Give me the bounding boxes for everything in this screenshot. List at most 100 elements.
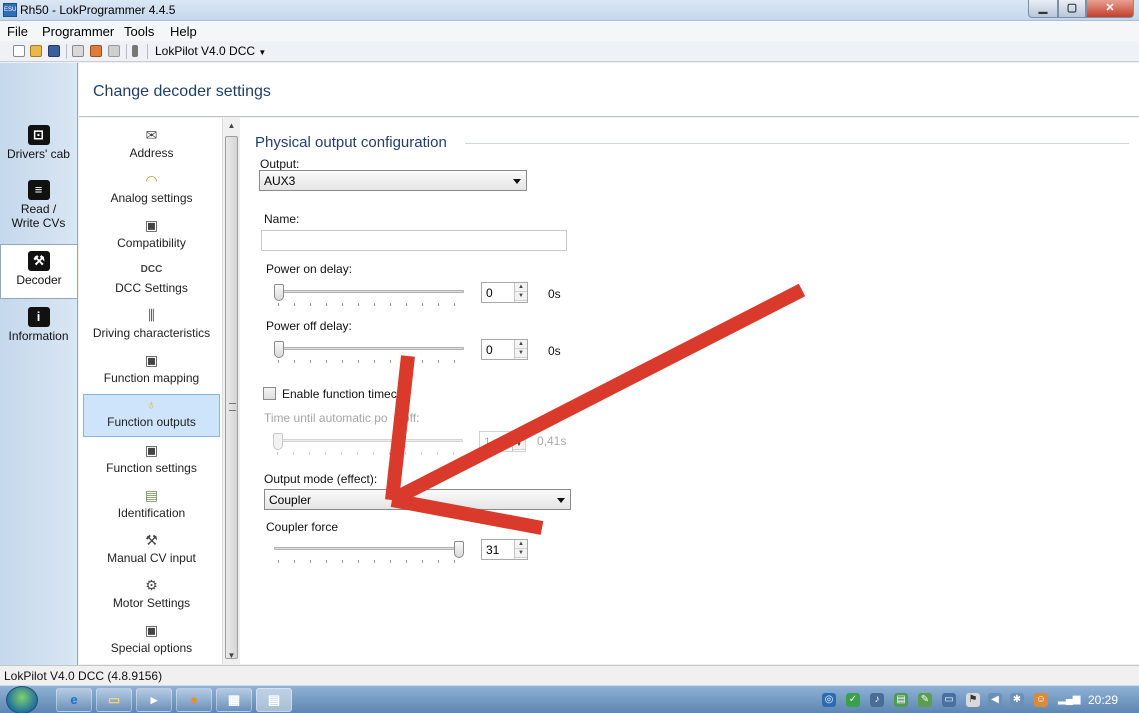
nav-drivers-cab-label: Drivers' cab [7, 147, 70, 161]
stepper-up-icon[interactable]: ▲ [515, 340, 527, 349]
tray-sync-icon[interactable]: ◎ [822, 693, 836, 707]
auto-off-stepper[interactable]: 1 ▲ ▼ [479, 431, 526, 452]
speaker-icon[interactable]: ◀ [988, 693, 1002, 707]
tray-tools-icon[interactable]: ✱ [1010, 693, 1024, 707]
cv-icon: ≡ [27, 180, 50, 200]
category-function-mapping[interactable]: ▣ Function mapping [83, 351, 220, 393]
tray-security-icon[interactable]: ✓ [846, 693, 860, 707]
menu-file[interactable]: File [7, 24, 28, 39]
power-on-delay-stepper[interactable]: 0 ▲ ▼ [481, 282, 528, 303]
coupler-force-stepper[interactable]: 31 ▲ ▼ [481, 539, 528, 560]
lokprogrammer-taskbar-icon[interactable]: ▤ [256, 688, 292, 712]
file-explorer-icon[interactable]: ▭ [96, 688, 132, 712]
scroll-down-icon[interactable]: ▼ [223, 648, 240, 664]
minimize-button[interactable]: ▁ [1028, 0, 1058, 18]
stepper-buttons[interactable]: ▲ ▼ [512, 432, 525, 451]
nav-read-write-cvs[interactable]: ≡ Read / Write CVs [0, 180, 77, 242]
category-function-outputs[interactable]: ♁ Function outputs [83, 394, 220, 437]
section-title: Physical output configuration [255, 134, 447, 151]
calculator-icon[interactable]: ▦ [216, 688, 252, 712]
nav-drivers-cab[interactable]: ⊡ Drivers' cab [0, 125, 77, 175]
gauge-icon: ◠ [145, 172, 158, 188]
stepper-down-icon[interactable]: ▼ [515, 549, 527, 558]
output-mode-select[interactable]: Coupler [264, 489, 571, 510]
tray-user-icon[interactable]: ☺ [1034, 693, 1048, 707]
nav-information-label: Information [8, 329, 69, 343]
stepper-down-icon[interactable]: ▼ [513, 441, 525, 450]
stepper-down-icon[interactable]: ▼ [515, 349, 527, 358]
name-field[interactable] [261, 230, 567, 251]
stepper-buttons[interactable]: ▲ ▼ [514, 340, 527, 359]
maximize-button[interactable]: ▢ [1058, 0, 1086, 18]
auto-off-slider[interactable] [273, 433, 463, 457]
category-label: Function outputs [107, 415, 196, 429]
category-label: Compatibility [117, 236, 186, 250]
signal-bars-icon[interactable]: ▂▄▆ [1058, 693, 1080, 707]
category-analog-settings[interactable]: ◠ Analog settings [83, 171, 220, 213]
category-driving-characteristics[interactable]: ⫼ Driving characteristics [83, 306, 220, 348]
enable-function-timeout-label: Enable function timec [282, 387, 397, 401]
open-folder-icon[interactable] [30, 45, 42, 57]
tool-icon: ⚒ [145, 532, 158, 548]
output-select[interactable]: AUX3 [259, 170, 527, 191]
media-player-icon[interactable]: ▸ [136, 688, 172, 712]
tray-network-icon[interactable]: ▤ [894, 693, 908, 707]
write-icon[interactable] [90, 45, 102, 57]
output-select-value: AUX3 [264, 174, 296, 188]
nav-information[interactable]: i Information [0, 307, 77, 357]
menu-programmer[interactable]: Programmer [42, 24, 114, 39]
power-off-delay-slider[interactable] [274, 341, 464, 365]
taskbar-clock: 20:29 [1088, 693, 1119, 707]
slider-thumb[interactable] [274, 341, 284, 358]
firefox-icon[interactable]: ● [176, 688, 212, 712]
tray-device-icon[interactable]: ✎ [918, 693, 932, 707]
category-motor-settings[interactable]: ⚙ Motor Settings [83, 576, 220, 618]
menu-tools[interactable]: Tools [124, 24, 154, 39]
stepper-up-icon[interactable]: ▲ [515, 540, 527, 549]
stepper-up-icon[interactable]: ▲ [515, 283, 527, 292]
category-special-options[interactable]: ▣ Special options [83, 621, 220, 663]
stepper-down-icon[interactable]: ▼ [515, 292, 527, 301]
scrollbar-thumb[interactable] [225, 136, 238, 659]
sound-icon[interactable] [108, 45, 120, 57]
stepper-buttons[interactable]: ▲ ▼ [514, 540, 527, 559]
slider-ticks [277, 452, 459, 455]
output-mode-label: Output mode (effect): [264, 472, 378, 486]
new-file-icon[interactable] [13, 45, 25, 57]
decoder-type-dropdown[interactable]: LokPilot V4.0 DCC ▼ [155, 44, 266, 58]
help-icon[interactable] [132, 45, 138, 57]
category-address[interactable]: ✉ Address [83, 126, 220, 168]
category-compatibility[interactable]: ▣ Compatibility [83, 216, 220, 258]
start-button[interactable] [6, 686, 38, 713]
category-scrollbar[interactable]: ▲ ▼ [222, 118, 239, 664]
decoder-type-label: LokPilot V4.0 DCC [155, 44, 256, 58]
close-button[interactable]: ✕ [1086, 0, 1134, 18]
menu-help[interactable]: Help [170, 24, 197, 39]
coupler-force-slider[interactable] [274, 541, 464, 565]
save-icon[interactable] [48, 45, 60, 57]
category-label: Motor Settings [112, 596, 191, 610]
enable-function-timeout-checkbox[interactable] [263, 387, 276, 400]
slider-thumb[interactable] [454, 541, 464, 558]
status-bar: LokPilot V4.0 DCC (4.8.9156) [0, 665, 1139, 685]
nav-read-write-label-1: Read / [20, 202, 57, 216]
scroll-up-icon[interactable]: ▲ [223, 118, 240, 134]
slider-thumb[interactable] [274, 284, 284, 301]
stepper-up-icon[interactable]: ▲ [513, 432, 525, 441]
stepper-buttons[interactable]: ▲ ▼ [514, 283, 527, 302]
power-off-delay-unit: 0s [548, 344, 561, 358]
read-icon[interactable] [72, 45, 84, 57]
power-on-delay-slider[interactable] [274, 284, 464, 308]
nav-decoder[interactable]: ⚒ Decoder [0, 244, 77, 299]
tray-volume-icon[interactable]: ♪ [870, 693, 884, 707]
tray-monitor-icon[interactable]: ▭ [942, 693, 956, 707]
slider-thumb[interactable] [273, 433, 283, 450]
category-function-settings[interactable]: ▣ Function settings [83, 441, 220, 483]
category-manual-cv-input[interactable]: ⚒ Manual CV input [83, 531, 220, 573]
internet-explorer-icon[interactable]: e [56, 688, 92, 712]
flag-icon[interactable]: ⚑ [966, 693, 980, 707]
slider-track [274, 290, 464, 293]
category-identification[interactable]: ▤ Identification [83, 486, 220, 528]
power-off-delay-stepper[interactable]: 0 ▲ ▼ [481, 339, 528, 360]
category-dcc-settings[interactable]: DCC DCC Settings [83, 261, 220, 303]
